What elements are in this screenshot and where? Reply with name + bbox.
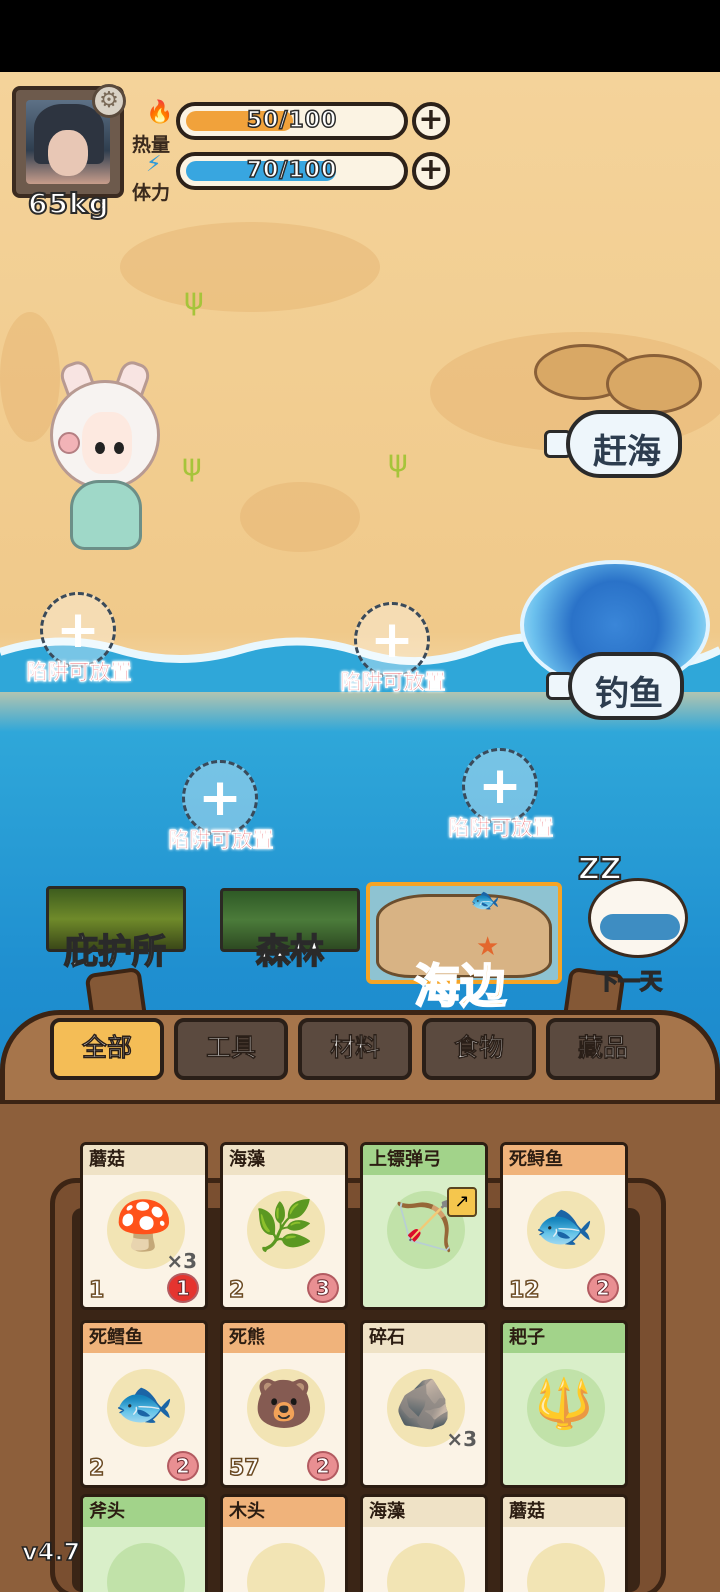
character-dress <box>70 480 142 550</box>
character-eye <box>114 442 124 454</box>
inventory-item[interactable]: 木头 <box>220 1494 348 1592</box>
inventory-item[interactable]: 耙子 🔱 <box>500 1320 628 1488</box>
trap-slot-label: 陷阱可放置 <box>168 828 274 853</box>
tab-food[interactable]: 食物 <box>422 1018 536 1080</box>
item-count-badge: 2 <box>587 1273 619 1303</box>
item-name: 蘑菇 <box>83 1145 205 1175</box>
item-weight: 12 <box>508 1277 540 1304</box>
beach-label: 海边 <box>413 958 507 1014</box>
item-icon: 🪨 <box>394 1376 454 1432</box>
item-quantity: ×3 <box>166 1249 197 1273</box>
beachcomb-button[interactable]: 赶海 <box>544 410 682 478</box>
player-character[interactable] <box>40 357 170 562</box>
item-name: 死熊 <box>223 1323 345 1353</box>
tab-all[interactable]: 全部 <box>50 1018 164 1080</box>
item-name: 蘑菇 <box>503 1497 625 1527</box>
flame-icon: 🔥 <box>146 100 174 125</box>
avatar-face <box>48 130 88 176</box>
bottle-body: 钓鱼 <box>568 652 684 720</box>
item-icon: 🐻 <box>254 1376 314 1432</box>
item-icon: 🐟 <box>534 1198 594 1254</box>
item-image-bg <box>247 1543 325 1592</box>
tab-tools[interactable]: 工具 <box>174 1018 288 1080</box>
item-image-bg <box>107 1543 185 1592</box>
add-stamina-button[interactable]: + <box>412 152 450 190</box>
trap-slot-label: 陷阱可放置 <box>448 816 554 841</box>
trap-slot-label: 陷阱可放置 <box>26 660 132 685</box>
trap-slot[interactable]: + 陷阱可放置 <box>4 592 154 692</box>
item-count-badge: 2 <box>167 1451 199 1481</box>
item-icon: 🍄 <box>114 1198 174 1254</box>
sleep-mask <box>600 914 680 940</box>
grass-tuft: ψ <box>388 444 408 479</box>
settings-gear-icon[interactable]: ⚙ <box>92 84 126 118</box>
stamina-bar: 70/100 <box>176 152 408 190</box>
inventory-item[interactable]: 蘑菇 <box>500 1494 628 1592</box>
item-name: 上镖弹弓 <box>363 1145 485 1175</box>
sand-patch <box>240 482 360 552</box>
item-weight: 2 <box>228 1277 245 1304</box>
trap-slot[interactable]: + 陷阱可放置 <box>146 760 296 860</box>
fishing-button[interactable]: 钓鱼 <box>546 652 684 720</box>
item-name: 海藻 <box>363 1497 485 1527</box>
inventory-item[interactable]: 斧头 <box>80 1494 208 1592</box>
tab-materials[interactable]: 材料 <box>298 1018 412 1080</box>
player-weight: 65kg <box>27 186 110 221</box>
version-label: v4.7 <box>21 1537 81 1567</box>
sand-patch <box>120 222 380 312</box>
item-weight: 2 <box>88 1455 105 1482</box>
shelter-label: 庇护所 <box>63 931 167 973</box>
next-day-label: 下一天 <box>595 969 663 996</box>
item-icon: 🌿 <box>254 1198 314 1254</box>
inventory-item[interactable]: 上镖弹弓 🏹 ↗ <box>360 1142 488 1310</box>
item-name: 斧头 <box>83 1497 205 1527</box>
trap-slot[interactable]: + 陷阱可放置 <box>318 602 468 702</box>
item-image-bg <box>387 1543 465 1592</box>
forest-label: 森林 <box>255 931 325 973</box>
inventory-item[interactable]: 死鲟鱼 🐟 12 2 <box>500 1142 628 1310</box>
character-eye <box>95 442 105 454</box>
inventory-item[interactable]: 海藻 <box>360 1494 488 1592</box>
item-name: 木头 <box>223 1497 345 1527</box>
next-day-button[interactable]: ZZ <box>574 851 720 982</box>
lightning-icon: ⚡ <box>146 152 162 177</box>
item-count-badge: 2 <box>307 1451 339 1481</box>
item-quantity: ×3 <box>446 1427 477 1451</box>
item-name: 海藻 <box>223 1145 345 1175</box>
character-face <box>82 412 132 474</box>
item-name: 死鲟鱼 <box>503 1145 625 1175</box>
item-icon: 🐟 <box>114 1376 174 1432</box>
heat-value: 50/100 <box>246 107 338 134</box>
beachcomb-label: 赶海 <box>593 432 661 472</box>
grass-tuft: ψ <box>184 282 204 317</box>
item-count-badge: 1 <box>167 1273 199 1303</box>
inventory-item[interactable]: 碎石 🪨 ×3 <box>360 1320 488 1488</box>
item-icon: 🔱 <box>534 1376 594 1432</box>
tab-collection[interactable]: 藏品 <box>546 1018 660 1080</box>
stamina-value: 70/100 <box>246 157 338 184</box>
item-weight: 57 <box>228 1455 260 1482</box>
heat-bar: 50/100 <box>176 102 408 140</box>
item-weight: 1 <box>88 1277 105 1304</box>
stamina-label: 体力 <box>132 182 171 204</box>
add-heat-button[interactable]: + <box>412 102 450 140</box>
item-count-badge: 3 <box>307 1273 339 1303</box>
item-image-bg <box>527 1543 605 1592</box>
fishing-label: 钓鱼 <box>595 674 663 714</box>
character-flower <box>58 432 80 454</box>
inventory-item[interactable]: 死鳕鱼 🐟 2 2 <box>80 1320 208 1488</box>
fish-icon: 🐟 <box>470 886 500 914</box>
item-name: 碎石 <box>363 1323 485 1353</box>
trap-slot-label: 陷阱可放置 <box>340 670 446 695</box>
trap-slot[interactable]: + 陷阱可放置 <box>426 748 576 848</box>
game-scene: ψ ψ ψ ⚙ 65kg 🔥 热量 50/100 + ⚡ 体力 70/100 + <box>0 72 720 1592</box>
item-name: 死鳕鱼 <box>83 1323 205 1353</box>
inventory-item[interactable]: 蘑菇 🍄 ×3 1 1 <box>80 1142 208 1310</box>
inventory-item[interactable]: 死熊 🐻 57 2 <box>220 1320 348 1488</box>
upgrade-arrow-icon: ↗ <box>447 1187 477 1217</box>
bottle-body: 赶海 <box>566 410 682 478</box>
item-name: 耙子 <box>503 1323 625 1353</box>
grass-tuft: ψ <box>182 448 202 483</box>
inventory-item[interactable]: 海藻 🌿 2 3 <box>220 1142 348 1310</box>
